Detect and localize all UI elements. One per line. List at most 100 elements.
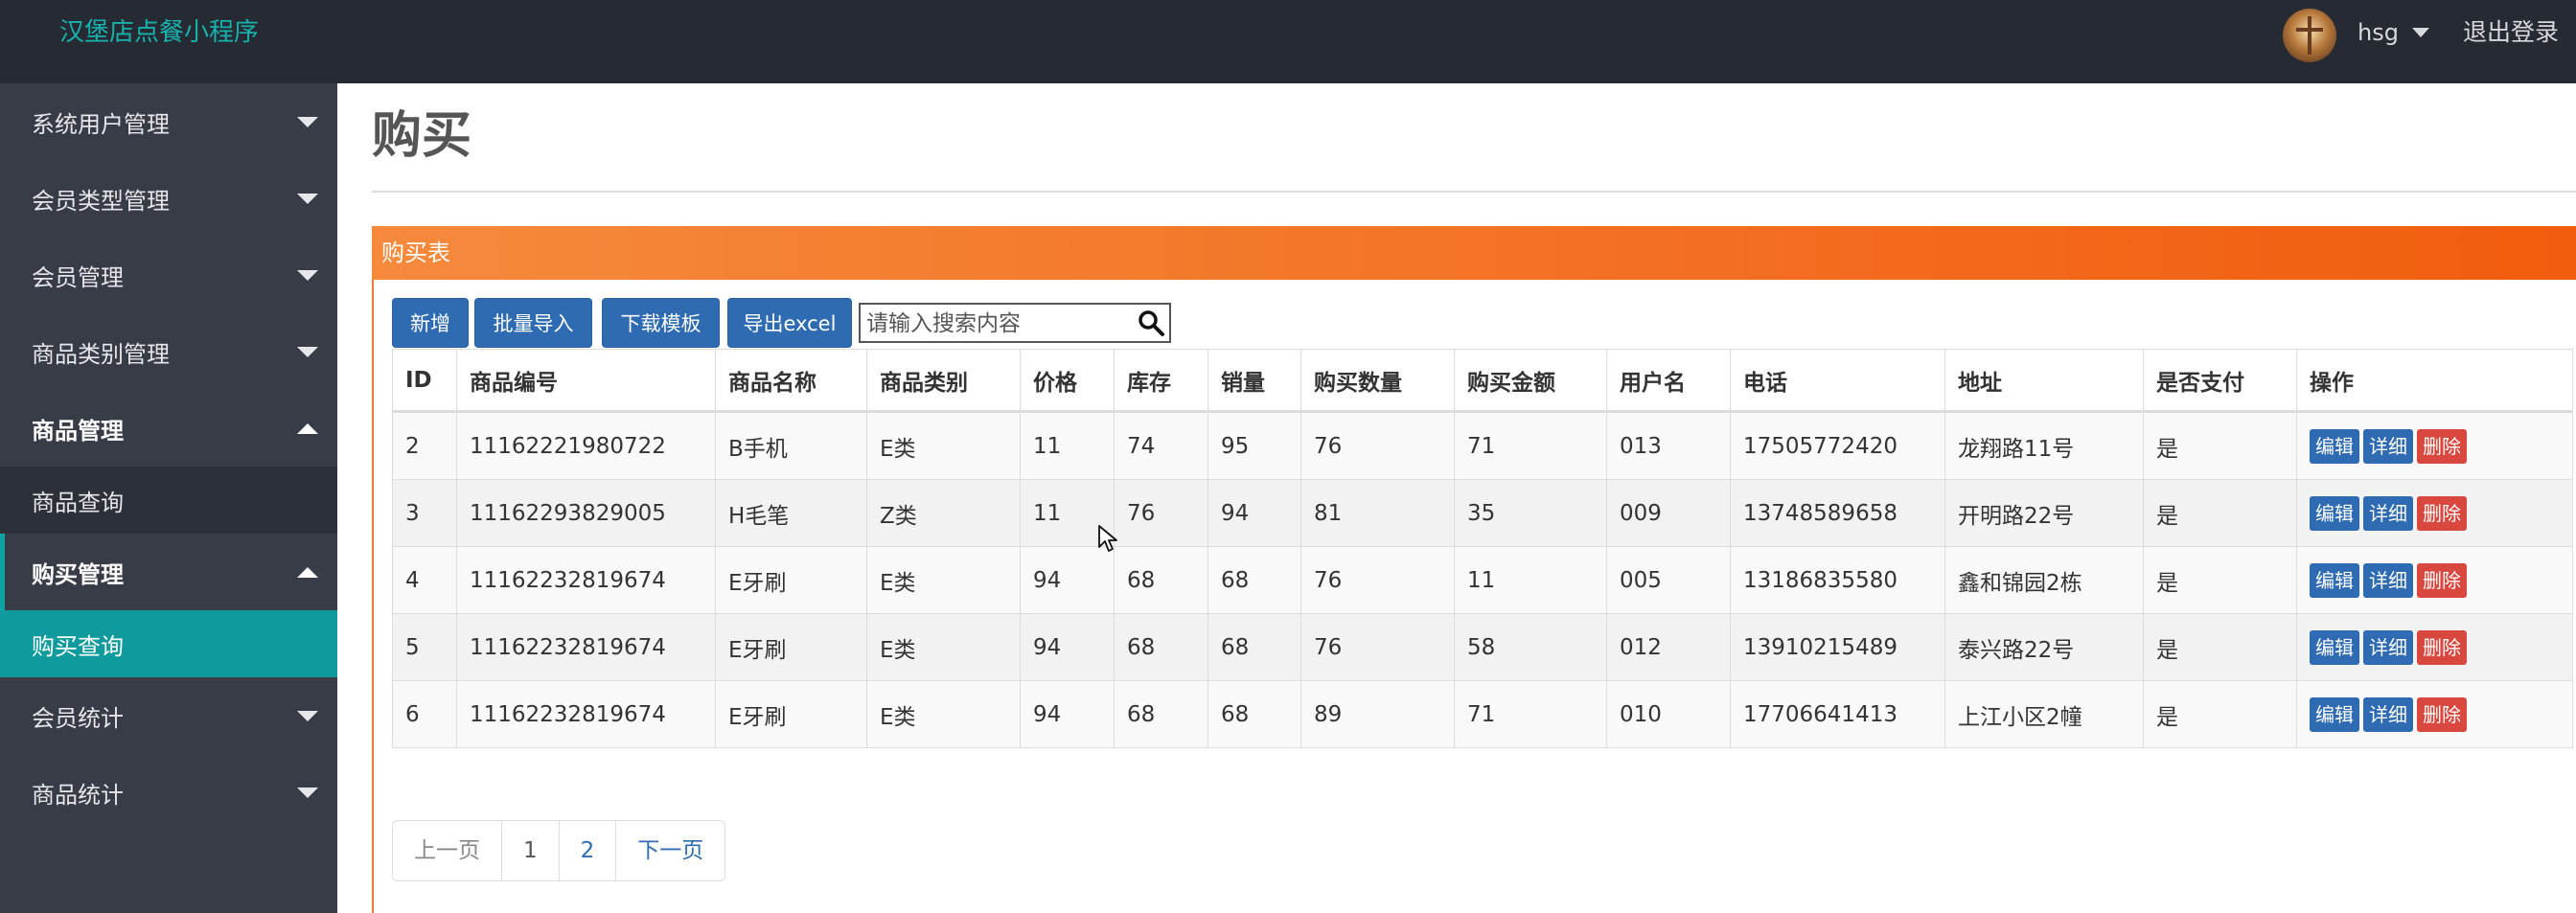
sidebar-subitem-purchase-query[interactable]: 购买查询 (0, 610, 337, 677)
cell-phone: 13910215489 (1730, 613, 1945, 681)
cell-address: 龙翔路11号 (1944, 411, 2144, 480)
cell-sales: 95 (1208, 411, 1301, 480)
next-page-button[interactable]: 下一页 (616, 821, 725, 880)
sidebar-item-product-stats[interactable]: 商品统计 (0, 754, 337, 831)
cell-amount: 35 (1454, 479, 1607, 547)
sidebar-item-product-categories[interactable]: 商品类别管理 (0, 313, 337, 390)
detail-button[interactable]: 详细 (2363, 696, 2413, 732)
cell-amount: 58 (1454, 613, 1607, 681)
user-menu[interactable]: hsg (2358, 15, 2429, 50)
sidebar-item-label: 会员管理 (32, 263, 124, 291)
cell-paid: 是 (2143, 613, 2297, 681)
user-name: hsg (2358, 19, 2399, 46)
edit-button[interactable]: 编辑 (2310, 629, 2359, 665)
sidebar-subitem-product-query[interactable]: 商品查询 (0, 467, 337, 534)
column-header[interactable]: 商品类别 (866, 349, 1021, 413)
cell-stock: 74 (1114, 411, 1208, 480)
column-header[interactable]: 地址 (1944, 349, 2144, 413)
detail-button[interactable]: 详细 (2363, 562, 2413, 598)
sidebar-item-label: 会员统计 (32, 704, 124, 732)
column-header[interactable]: 商品编号 (456, 349, 716, 413)
cell-sales: 68 (1208, 546, 1301, 614)
cell-paid: 是 (2143, 680, 2297, 748)
cell-stock: 68 (1114, 613, 1208, 681)
logout-link[interactable]: 退出登录 (2463, 15, 2559, 50)
cell-name: E牙刷 (715, 680, 867, 748)
avatar[interactable] (2283, 9, 2336, 62)
sidebar-item-member-types[interactable]: 会员类型管理 (0, 160, 337, 237)
detail-button[interactable]: 详细 (2363, 629, 2413, 665)
download-template-button[interactable]: 下载模板 (602, 298, 720, 348)
sidebar-item-products[interactable]: 商品管理 (0, 390, 337, 467)
divider (372, 191, 2576, 193)
sidebar-item-label: 会员类型管理 (32, 187, 170, 215)
delete-button[interactable]: 删除 (2417, 428, 2467, 464)
chevron-down-icon (297, 117, 318, 127)
cell-address: 泰兴路22号 (1944, 613, 2144, 681)
cell-username: 010 (1606, 680, 1731, 748)
edit-button[interactable]: 编辑 (2310, 696, 2359, 732)
column-header[interactable]: 用户名 (1606, 349, 1731, 413)
page-button-1[interactable]: 1 (502, 821, 560, 880)
cell-id: 3 (392, 479, 457, 547)
delete-button[interactable]: 删除 (2417, 629, 2467, 665)
delete-button[interactable]: 删除 (2417, 696, 2467, 732)
cell-name: B手机 (715, 411, 867, 480)
column-header[interactable]: 购买金额 (1454, 349, 1607, 413)
column-header[interactable]: 购买数量 (1300, 349, 1455, 413)
column-header[interactable]: 商品名称 (715, 349, 867, 413)
edit-button[interactable]: 编辑 (2310, 428, 2359, 464)
cell-phone: 17505772420 (1730, 411, 1945, 480)
table-row: 5 11162232819674 E牙刷 E类 94 68 68 76 58 0… (392, 613, 2573, 681)
delete-button[interactable]: 删除 (2417, 495, 2467, 531)
delete-button[interactable]: 删除 (2417, 562, 2467, 598)
column-header[interactable]: ID (392, 349, 457, 413)
sidebar-item-label: 商品查询 (32, 489, 124, 516)
column-header[interactable]: 销量 (1208, 349, 1301, 413)
cell-amount: 71 (1454, 411, 1607, 480)
column-header[interactable]: 是否支付 (2143, 349, 2297, 413)
search-input[interactable] (864, 307, 1127, 341)
sidebar-item-purchases[interactable]: 购买管理 (0, 534, 337, 610)
cell-actions: 编辑 详细 删除 (2296, 680, 2573, 748)
column-header[interactable]: 价格 (1020, 349, 1115, 413)
cell-stock: 76 (1114, 479, 1208, 547)
detail-button[interactable]: 详细 (2363, 428, 2413, 464)
sidebar-item-member-stats[interactable]: 会员统计 (0, 677, 337, 754)
cell-username: 009 (1606, 479, 1731, 547)
chevron-down-icon (297, 347, 318, 357)
sidebar-item-system-users[interactable]: 系统用户管理 (0, 83, 337, 160)
detail-button[interactable]: 详细 (2363, 495, 2413, 531)
panel-title: 购买表 (381, 240, 450, 266)
sidebar-item-members[interactable]: 会员管理 (0, 237, 337, 313)
chevron-down-icon (2411, 28, 2429, 37)
cell-stock: 68 (1114, 546, 1208, 614)
export-excel-button[interactable]: 导出excel (727, 298, 852, 348)
sidebar-item-label: 商品统计 (32, 781, 124, 809)
cell-product-no: 11162232819674 (456, 680, 716, 748)
cell-actions: 编辑 详细 删除 (2296, 546, 2573, 614)
cell-product-no: 11162232819674 (456, 546, 716, 614)
column-header[interactable]: 电话 (1730, 349, 1945, 413)
prev-page-button[interactable]: 上一页 (393, 821, 502, 880)
edit-button[interactable]: 编辑 (2310, 495, 2359, 531)
cell-phone: 13186835580 (1730, 546, 1945, 614)
cell-price: 94 (1020, 613, 1115, 681)
cell-amount: 71 (1454, 680, 1607, 748)
cell-qty: 76 (1300, 613, 1455, 681)
cell-address: 鑫和锦园2栋 (1944, 546, 2144, 614)
cell-name: H毛笔 (715, 479, 867, 547)
search-icon[interactable] (1137, 308, 1165, 337)
batch-import-button[interactable]: 批量导入 (474, 298, 592, 348)
add-button[interactable]: 新增 (392, 298, 469, 348)
column-header[interactable]: 库存 (1114, 349, 1208, 413)
app-title[interactable]: 汉堡店点餐小程序 (59, 15, 259, 50)
cell-product-no: 11162221980722 (456, 411, 716, 480)
cell-stock: 68 (1114, 680, 1208, 748)
edit-button[interactable]: 编辑 (2310, 562, 2359, 598)
cell-name: E牙刷 (715, 546, 867, 614)
page-button-2[interactable]: 2 (559, 821, 617, 880)
cell-price: 11 (1020, 411, 1115, 480)
pagination: 上一页 1 2 下一页 (392, 820, 726, 881)
cell-price: 94 (1020, 680, 1115, 748)
